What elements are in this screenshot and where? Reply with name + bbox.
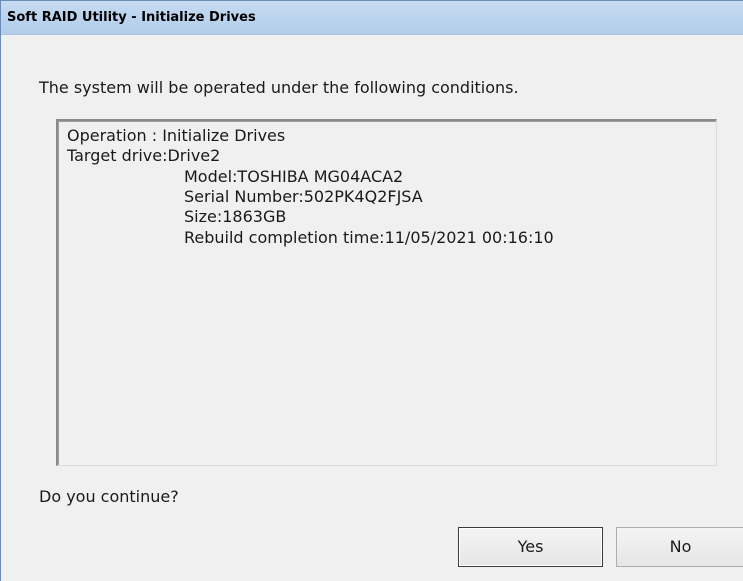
no-button[interactable]: No <box>616 527 743 567</box>
confirm-question: Do you continue? <box>39 487 179 506</box>
yes-button[interactable]: Yes <box>458 527 603 567</box>
detail-size: Size:1863GB <box>184 207 287 226</box>
dialog-message: The system will be operated under the fo… <box>39 78 519 97</box>
detail-rebuild-completion: Rebuild completion time:11/05/2021 00:16… <box>184 228 554 247</box>
detail-model: Model:TOSHIBA MG04ACA2 <box>184 167 404 186</box>
title-bar[interactable]: Soft RAID Utility - Initialize Drives <box>1 1 743 35</box>
detail-target-drive: Target drive:Drive2 <box>67 146 221 165</box>
dialog-window: Soft RAID Utility - Initialize Drives Th… <box>0 0 743 581</box>
detail-serial-number: Serial Number:502PK4Q2FJSA <box>184 187 423 206</box>
window-title: Soft RAID Utility - Initialize Drives <box>7 10 256 25</box>
detail-operation: Operation : Initialize Drives <box>67 126 286 145</box>
details-box: Operation : Initialize Drives Target dri… <box>56 119 717 466</box>
